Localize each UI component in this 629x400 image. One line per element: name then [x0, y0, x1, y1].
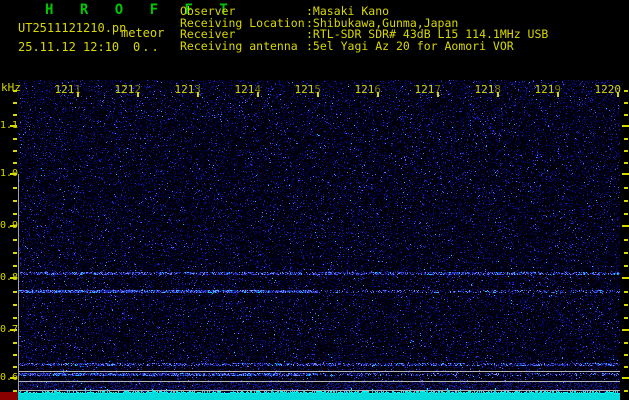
- time-label-bright: 121: [174, 83, 195, 96]
- freq-minor-tick-right: [624, 138, 628, 140]
- freq-minor-tick-left: [13, 114, 17, 116]
- freq-minor-tick-left: [13, 317, 17, 319]
- time-tick-mark: [317, 92, 319, 97]
- level-marker-red: [0, 392, 18, 400]
- freq-minor-tick-left: [13, 239, 17, 241]
- freq-major-tick-left: [10, 225, 17, 227]
- freq-minor-tick-left: [13, 150, 17, 152]
- freq-minor-tick-right: [624, 187, 628, 189]
- time-label-bright: 121: [354, 83, 375, 96]
- freq-minor-tick-right: [624, 252, 628, 254]
- freq-minor-tick-right: [624, 366, 628, 368]
- time-tick-mark: [137, 92, 139, 97]
- freq-minor-tick-right: [624, 304, 628, 306]
- freq-minor-tick-right: [624, 150, 628, 152]
- freq-minor-tick-right: [624, 90, 628, 92]
- freq-minor-tick-right: [624, 200, 628, 202]
- freq-minor-tick-left: [13, 366, 17, 368]
- freq-major-tick-right: [622, 225, 629, 227]
- freq-major-tick-right: [622, 377, 629, 379]
- freq-minor-tick-right: [624, 102, 628, 104]
- field-value: :5el Yagi Az 20 for Aomori VOR: [306, 38, 514, 53]
- freq-minor-tick-left: [13, 342, 17, 344]
- freq-minor-tick-left: [13, 304, 17, 306]
- freq-minor-tick-right: [624, 354, 628, 356]
- freq-major-tick-left: [10, 173, 17, 175]
- time-tick-mark: [557, 92, 559, 97]
- time-tick-mark: [197, 92, 199, 97]
- freq-minor-tick-right: [624, 317, 628, 319]
- freq-minor-tick-left: [13, 265, 17, 267]
- time-label-bright: 121: [474, 83, 495, 96]
- freq-minor-tick-right: [624, 291, 628, 293]
- freq-major-tick-left: [10, 329, 17, 331]
- freq-minor-tick-right: [624, 213, 628, 215]
- freq-minor-tick-right: [624, 342, 628, 344]
- output-filename: UT2511121210.pn: [18, 21, 127, 35]
- freq-minor-tick-left: [13, 138, 17, 140]
- freq-minor-tick-left: [13, 354, 17, 356]
- freq-minor-tick-left: [13, 291, 17, 293]
- freq-minor-tick-left: [13, 252, 17, 254]
- freq-major-tick-right: [622, 277, 629, 279]
- datetime-label: 25.11.12 12:10: [18, 40, 120, 54]
- freq-minor-tick-right: [624, 390, 628, 392]
- time-label-bright: 121: [534, 83, 555, 96]
- freq-minor-tick-right: [624, 162, 628, 164]
- time-tick-mark: [497, 92, 499, 97]
- time-label-bright: 121: [234, 83, 255, 96]
- freq-minor-tick-right: [624, 114, 628, 116]
- freq-major-tick-right: [622, 329, 629, 331]
- time-tick-mark: [77, 92, 79, 97]
- spectrogram-canvas: [18, 80, 620, 400]
- time-label-bright: 121: [114, 83, 135, 96]
- freq-minor-tick-left: [13, 102, 17, 104]
- freq-minor-tick-right: [624, 265, 628, 267]
- freq-major-tick-right: [622, 173, 629, 175]
- freq-minor-tick-left: [13, 162, 17, 164]
- time-label-bright: 121: [54, 83, 75, 96]
- freq-minor-tick-right: [624, 239, 628, 241]
- time-label-bright: 121: [414, 83, 435, 96]
- time-label-bright: 121: [294, 83, 315, 96]
- echo-counter: 0..: [133, 40, 161, 54]
- hrofft-screen: H R O F F T UT2511121210.pn meteor 25.11…: [0, 0, 629, 400]
- freq-major-tick-left: [10, 125, 17, 127]
- field-label: Receiving antenna: [180, 38, 298, 53]
- freq-minor-tick-left: [13, 187, 17, 189]
- time-tick-mark: [377, 92, 379, 97]
- mode-label: meteor: [121, 26, 165, 40]
- freq-major-tick-left: [10, 377, 17, 379]
- freq-minor-tick-left: [13, 200, 17, 202]
- freq-minor-tick-left: [13, 213, 17, 215]
- freq-major-tick-right: [622, 125, 629, 127]
- freq-major-tick-left: [10, 277, 17, 279]
- time-tick-mark: [617, 92, 619, 97]
- time-tick-mark: [257, 92, 259, 97]
- freq-minor-tick-left: [13, 90, 17, 92]
- time-tick-mark: [437, 92, 439, 97]
- freq-unit-label: kHz: [1, 81, 21, 94]
